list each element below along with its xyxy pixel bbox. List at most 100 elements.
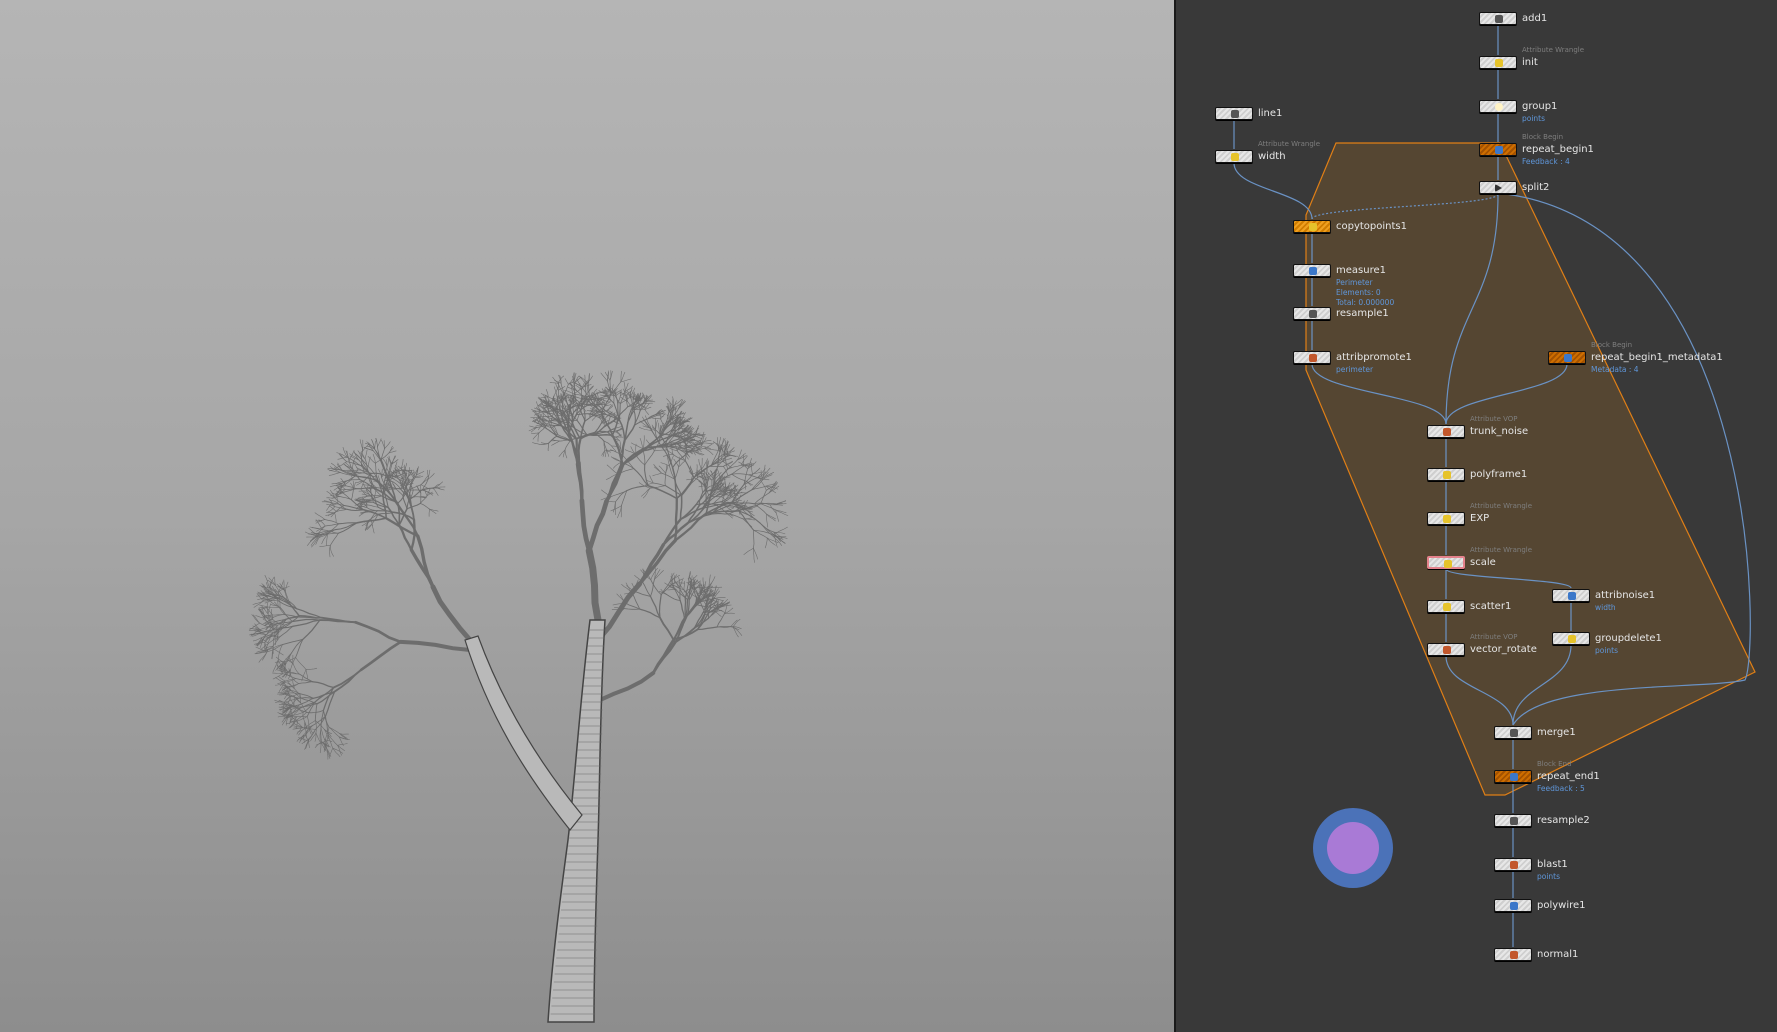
node-polywire1[interactable]: polywire1 — [1494, 899, 1586, 912]
branch — [716, 613, 725, 628]
node-tile[interactable] — [1293, 351, 1331, 364]
branch — [654, 570, 664, 580]
viewport-3d[interactable] — [0, 0, 1174, 1032]
network-editor[interactable]: add1 init Attribute Wrangle group1 points rep… — [1176, 0, 1777, 1032]
node-tile[interactable] — [1293, 264, 1331, 277]
node-tile[interactable] — [1479, 143, 1517, 156]
node-scale[interactable]: scale Attribute Wrangle — [1427, 546, 1532, 569]
node-tile[interactable] — [1293, 307, 1331, 320]
branch — [564, 439, 571, 451]
node-groupdelete1[interactable]: groupdelete1 points — [1552, 632, 1662, 655]
node-tile[interactable] — [1215, 107, 1253, 120]
node-repeat_begin1[interactable]: repeat_begin1 Block Begin Feedback : 4 — [1479, 133, 1594, 166]
node-tile[interactable] — [1479, 12, 1517, 25]
node-tile[interactable] — [1215, 150, 1253, 163]
branch — [292, 663, 300, 675]
node-tile[interactable] — [1494, 899, 1532, 912]
node-copytopoints1[interactable]: copytopoints1 — [1293, 220, 1407, 233]
node-scatter1[interactable]: scatter1 — [1427, 600, 1511, 613]
node-init[interactable]: init Attribute Wrangle — [1479, 46, 1584, 69]
node-tile[interactable] — [1552, 632, 1590, 645]
node-blast1[interactable]: blast1 points — [1494, 858, 1568, 881]
branch — [298, 701, 316, 710]
line-icon — [1231, 110, 1239, 118]
branch — [302, 619, 321, 640]
branch — [295, 657, 307, 670]
node-tile[interactable] — [1479, 181, 1517, 194]
node-tile[interactable] — [1548, 351, 1586, 364]
node-tile[interactable] — [1293, 220, 1331, 233]
node-tile[interactable] — [1494, 858, 1532, 871]
node-type-label: Attribute Wrangle — [1470, 546, 1533, 554]
branch — [564, 449, 568, 459]
branch — [564, 378, 569, 385]
branch — [275, 701, 285, 703]
branch — [607, 405, 614, 411]
node-tile[interactable] — [1479, 100, 1517, 113]
branch — [422, 488, 434, 490]
branch — [420, 503, 430, 510]
branch — [401, 459, 404, 471]
node-add1[interactable]: add1 — [1479, 12, 1547, 25]
branch — [617, 395, 621, 405]
branch — [333, 668, 363, 693]
branch — [329, 532, 339, 546]
branch — [420, 475, 428, 485]
node-tile[interactable] — [1427, 643, 1465, 656]
branch — [772, 526, 788, 535]
node-tile[interactable] — [1427, 512, 1465, 525]
node-vector_rotate[interactable]: vector_rotate Attribute VOP — [1427, 633, 1537, 656]
orange-icon — [1309, 223, 1317, 231]
branch — [606, 464, 618, 475]
node-tile[interactable] — [1494, 726, 1532, 739]
branch — [652, 418, 661, 420]
node-attribpromote1[interactable]: attribpromote1 perimeter — [1293, 351, 1412, 374]
branch — [275, 677, 284, 684]
node-tile[interactable] — [1552, 589, 1590, 602]
node-label: blast1 — [1537, 859, 1568, 870]
node-width[interactable]: width Attribute Wrangle — [1215, 140, 1320, 163]
node-tile[interactable] — [1494, 770, 1532, 783]
node-label: attribpromote1 — [1336, 352, 1412, 363]
node-tile[interactable] — [1427, 468, 1465, 481]
branch — [679, 599, 686, 620]
node-repeat_end1[interactable]: repeat_end1 Block End Feedback : 5 — [1494, 760, 1600, 793]
node-resample2[interactable]: resample2 — [1494, 814, 1590, 827]
node-repeat_begin1_metadata1[interactable]: repeat_begin1_metadata1 Block Begin Metada… — [1548, 341, 1723, 374]
node-attribnoise1[interactable]: attribnoise1 width — [1552, 589, 1655, 612]
branch — [639, 438, 644, 449]
measure-icon — [1309, 267, 1317, 275]
node-merge1[interactable]: merge1 — [1494, 726, 1576, 739]
branch — [631, 442, 644, 449]
node-tile[interactable] — [1494, 814, 1532, 827]
branch — [649, 595, 661, 619]
node-label: scale — [1470, 557, 1496, 568]
node-type-label: Attribute Wrangle — [1258, 140, 1321, 148]
node-tile[interactable] — [1479, 56, 1517, 69]
branch — [432, 487, 441, 489]
branch — [731, 473, 745, 481]
node-split2[interactable]: split2 — [1479, 181, 1549, 194]
node-trunk_noise[interactable]: trunk_noise Attribute VOP — [1427, 415, 1528, 438]
branch — [342, 492, 352, 501]
node-tile[interactable] — [1494, 948, 1532, 961]
branch — [593, 432, 605, 442]
node-label: add1 — [1522, 13, 1548, 24]
branch — [359, 640, 402, 672]
node-line1[interactable]: line1 — [1215, 107, 1282, 120]
branch — [398, 639, 472, 652]
node-resample1[interactable]: resample1 — [1293, 307, 1389, 320]
node-normal1[interactable]: normal1 — [1494, 948, 1578, 961]
node-EXP[interactable]: EXP Attribute Wrangle — [1427, 502, 1532, 525]
branch — [330, 545, 334, 557]
node-label: init — [1522, 57, 1538, 68]
node-group1[interactable]: group1 points — [1479, 100, 1557, 123]
node-tile[interactable] — [1427, 600, 1465, 613]
node-label: scatter1 — [1470, 601, 1512, 612]
node-tile[interactable] — [1427, 556, 1465, 569]
node-tile[interactable] — [1427, 425, 1465, 438]
branch — [616, 593, 626, 604]
branch — [594, 410, 606, 413]
node-polyframe1[interactable]: polyframe1 — [1427, 468, 1527, 481]
node-measure1[interactable]: measure1 Perimeter Elements: 0 Total: 0.0… — [1293, 264, 1394, 307]
